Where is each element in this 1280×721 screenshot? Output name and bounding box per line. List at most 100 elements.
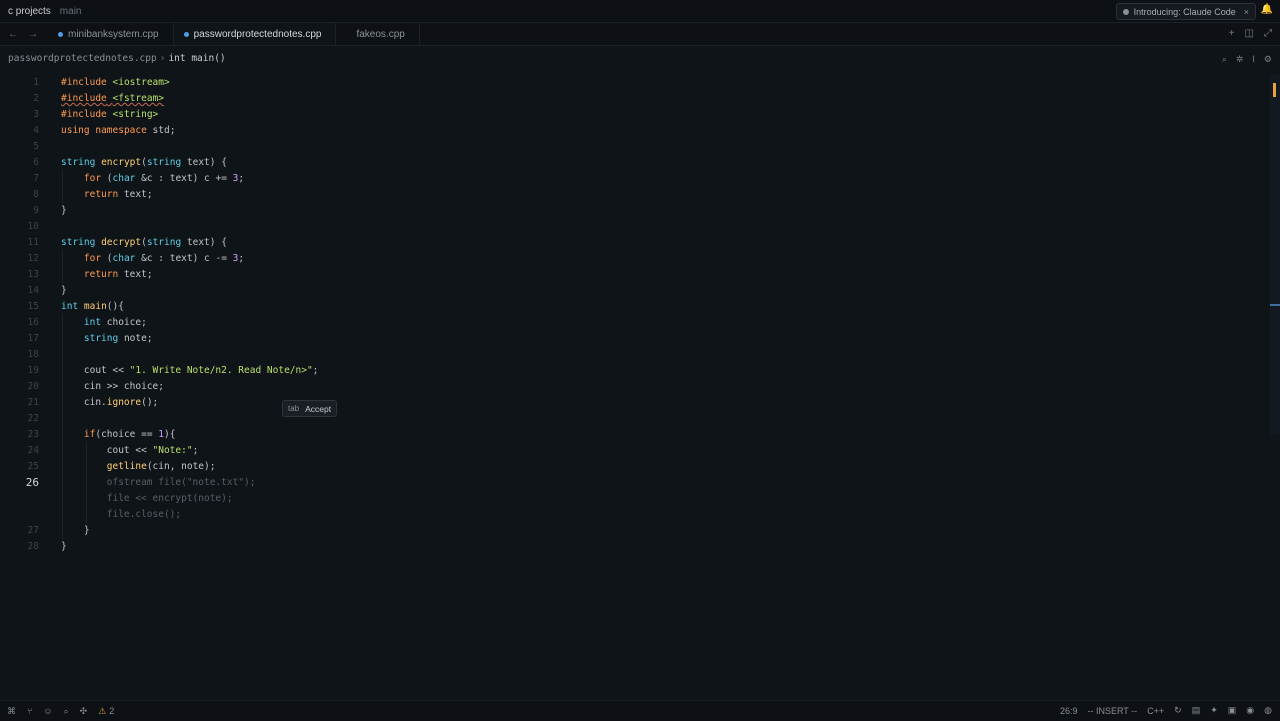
breadcrumb-file[interactable]: passwordprotectednotes.cpp xyxy=(8,53,157,64)
code-line[interactable]: file.close(); xyxy=(0,507,1270,523)
tab-fakeos[interactable]: fakeos.cpp xyxy=(336,23,420,45)
assist-icon[interactable]: ✲ xyxy=(1236,54,1244,65)
code-line[interactable]: 28} xyxy=(0,539,1270,555)
code-line[interactable]: 4 using namespace std; xyxy=(0,123,1270,139)
mic-icon[interactable]: ◍ xyxy=(1264,705,1272,716)
forward-arrow-icon[interactable]: → xyxy=(28,29,38,40)
code-text[interactable]: #include <fstream> xyxy=(61,91,164,107)
settings-icon[interactable]: ⚙ xyxy=(1264,54,1272,65)
code-text[interactable]: for (char &c : text) c += 3; xyxy=(61,171,244,187)
outline-icon[interactable]: ▤ xyxy=(1192,705,1201,716)
code-text[interactable]: string decrypt(string text) { xyxy=(61,235,227,251)
code-line[interactable]: 16 int choice; xyxy=(0,315,1270,331)
warning-icon[interactable]: ⚠ xyxy=(98,706,106,717)
git-branch-icon[interactable]: ⑂ xyxy=(27,706,32,716)
code-text[interactable]: } xyxy=(61,523,90,539)
code-text[interactable]: #include <iostream> xyxy=(61,75,170,91)
collab-icon[interactable]: ☺ xyxy=(43,706,52,716)
code-line[interactable]: 24 cout << "Note:"; xyxy=(0,443,1270,459)
code-line[interactable]: 10 xyxy=(0,219,1270,235)
close-icon[interactable]: × xyxy=(1244,7,1249,17)
line-number: 23 xyxy=(27,429,39,440)
code-text[interactable]: if(choice == 1){ xyxy=(61,427,176,443)
code-text[interactable]: cout << "Note:"; xyxy=(61,443,199,459)
debug-icon[interactable]: ✣ xyxy=(80,706,88,717)
assistant-icon[interactable]: ✦ xyxy=(1210,705,1218,716)
tab-minibanksystem[interactable]: minibanksystem.cpp xyxy=(48,23,174,45)
tab-passwordprotectednotes[interactable]: passwordprotectednotes.cpp xyxy=(173,23,337,45)
project-name[interactable]: c projects xyxy=(8,6,51,17)
code-text[interactable]: cin >> choice; xyxy=(61,379,164,395)
scroll-marker xyxy=(1273,83,1276,97)
code-line[interactable]: 13 return text; xyxy=(0,267,1270,283)
back-arrow-icon[interactable]: ← xyxy=(8,29,18,40)
line-number: 26 xyxy=(25,476,39,489)
code-line[interactable]: 26 ofstream file("note.txt"); xyxy=(0,475,1270,491)
code-text[interactable]: int main(){ xyxy=(61,299,124,315)
cursor-position[interactable]: 26:9 xyxy=(1060,706,1078,716)
notification-icon[interactable]: ◉ xyxy=(1246,705,1254,716)
code-line[interactable]: file << encrypt(note); xyxy=(0,491,1270,507)
code-text[interactable]: using namespace std; xyxy=(61,123,175,139)
code-line[interactable]: 25 getline(cin, note); xyxy=(0,459,1270,475)
branch-name[interactable]: main xyxy=(60,6,82,17)
split-pane-icon[interactable]: ◫ xyxy=(1245,28,1254,39)
code-line[interactable]: 2 #include <fstream> xyxy=(0,91,1270,107)
code-text[interactable]: file.close(); xyxy=(61,507,181,523)
breadcrumb-symbol[interactable]: int main() xyxy=(168,53,225,64)
accept-suggestion-button[interactable]: tab Accept xyxy=(282,400,338,417)
language-mode[interactable]: C++ xyxy=(1147,706,1164,716)
code-text[interactable]: cin.ignore(); xyxy=(61,395,158,411)
code-line[interactable]: 3 #include <string> xyxy=(0,107,1270,123)
code-line[interactable]: 12 for (char &c : text) c -= 3; xyxy=(0,251,1270,267)
code-line[interactable]: 17 string note; xyxy=(0,331,1270,347)
code-editor[interactable]: 1 #include <iostream> 2 #include <fstream> 3… xyxy=(0,75,1270,700)
format-icon[interactable]: ↻ xyxy=(1174,705,1182,716)
expand-icon[interactable]: ⤢ xyxy=(1264,28,1272,39)
code-text[interactable]: return text; xyxy=(61,267,153,283)
code-line[interactable]: 18 xyxy=(0,347,1270,363)
code-text[interactable]: string encrypt(string text) { xyxy=(61,155,227,171)
line-number: 21 xyxy=(27,397,39,408)
line-number: 7 xyxy=(33,173,39,184)
code-line[interactable]: 8 return text; xyxy=(0,187,1270,203)
code-text[interactable]: getline(cin, note); xyxy=(61,459,216,475)
code-line[interactable]: 19 cout << "1. Write Note/n2. Read Note/… xyxy=(0,363,1270,379)
code-text[interactable]: return text; xyxy=(61,187,153,203)
code-text[interactable]: for (char &c : text) c -= 3; xyxy=(61,251,244,267)
code-line[interactable]: 27 } xyxy=(0,523,1270,539)
code-line[interactable]: 14} xyxy=(0,283,1270,299)
code-text[interactable]: } xyxy=(61,203,67,219)
code-line[interactable]: 7 for (char &c : text) c += 3; xyxy=(0,171,1270,187)
code-text[interactable]: #include <string> xyxy=(61,107,158,123)
code-line[interactable]: 20 cin >> choice; xyxy=(0,379,1270,395)
code-line[interactable]: 6 string encrypt(string text) { xyxy=(0,155,1270,171)
terminal-icon[interactable]: ▣ xyxy=(1228,705,1237,716)
code-line[interactable]: 22 xyxy=(0,411,1270,427)
vertical-scrollbar[interactable] xyxy=(1270,75,1280,435)
code-line[interactable]: 21 cin.ignore(); xyxy=(0,395,1270,411)
search-icon[interactable]: ⌕ xyxy=(64,706,69,717)
code-line[interactable]: 1 #include <iostream> xyxy=(0,75,1270,91)
code-text[interactable]: string note; xyxy=(61,331,153,347)
code-text[interactable]: file << encrypt(note); xyxy=(61,491,233,507)
line-number: 3 xyxy=(33,109,39,120)
code-text[interactable]: } xyxy=(61,283,67,299)
cursor-icon[interactable]: I xyxy=(1252,54,1255,65)
panel-toggle-icon[interactable]: ⌘ xyxy=(7,706,16,717)
add-tab-icon[interactable]: + xyxy=(1229,28,1235,39)
warning-count[interactable]: 2 xyxy=(109,706,114,716)
code-text[interactable]: cout << "1. Write Note/n2. Read Note/n>"… xyxy=(61,363,319,379)
line-number: 27 xyxy=(27,525,39,536)
code-text[interactable]: ofstream file("note.txt"); xyxy=(61,475,256,491)
search-icon[interactable]: ⌕ xyxy=(1222,54,1227,65)
code-text[interactable]: int choice; xyxy=(61,315,147,331)
code-line[interactable]: 23 if(choice == 1){ xyxy=(0,427,1270,443)
code-line[interactable]: 11 string decrypt(string text) { xyxy=(0,235,1270,251)
code-line[interactable]: 5 xyxy=(0,139,1270,155)
code-line[interactable]: 15 int main(){ xyxy=(0,299,1270,315)
claude-code-notice[interactable]: Introducing: Claude Code × xyxy=(1115,3,1256,20)
bell-icon[interactable]: 🔔 xyxy=(1261,4,1273,15)
code-line[interactable]: 9} xyxy=(0,203,1270,219)
code-text[interactable]: } xyxy=(61,539,67,555)
